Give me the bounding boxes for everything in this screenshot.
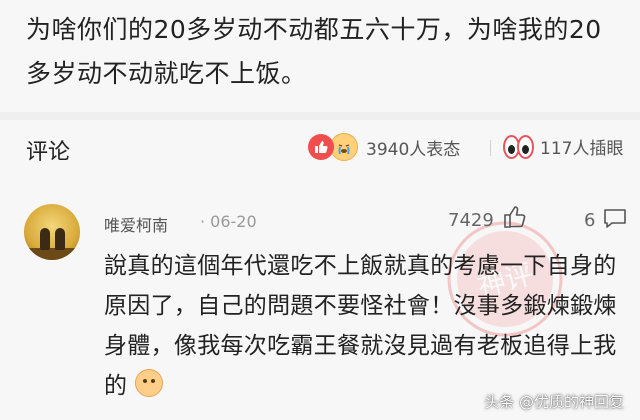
avatar[interactable] — [24, 204, 80, 260]
comment-date-value: 06-20 — [210, 212, 257, 231]
comment-reply-count: 6 — [584, 210, 596, 231]
post-body: 为啥你们的20多岁动不动都五六十万，为啥我的20 多岁动不动就吃不上饭。 — [0, 0, 640, 112]
eyes-icon[interactable] — [503, 135, 534, 159]
comments-header: 评论 3940人表态 117人插眼 — [0, 120, 640, 176]
reactions-count: 3940人表态 — [366, 139, 461, 160]
post-text-line-2: 多岁动不动就吃不上饭。 — [26, 59, 307, 88]
comment-text-body: 說真的這個年代還吃不上飯就真的考慮一下自身的原因了，自己的問題不要怪社會！沒事多… — [104, 253, 617, 399]
comment-item: 唯爱柯南 · 06-20 神评 7429 6 說真的這個年代還吃不上飯就真的考慮… — [0, 176, 640, 420]
insert-eye-count[interactable]: 117人插眼 — [540, 134, 623, 159]
reactions-button[interactable]: 3940人表态 — [308, 132, 460, 162]
comment-like-count: 7429 — [448, 210, 494, 231]
comment-date: · 06-20 — [200, 212, 257, 231]
post-text: 为啥你们的20多岁动不动都五六十万，为啥我的20 多岁动不动就吃不上饭。 — [26, 8, 626, 96]
comment-username[interactable]: 唯爱柯南 — [104, 212, 168, 236]
comment-text: 說真的這個年代還吃不上飯就真的考慮一下自身的原因了，自己的問題不要怪社會！沒事多… — [104, 246, 632, 406]
smirk-face-icon — [134, 369, 163, 397]
crying-face-icon — [330, 133, 358, 161]
section-divider — [0, 112, 640, 120]
comments-title: 评论 — [26, 140, 71, 165]
thumbs-up-icon — [308, 134, 334, 160]
post-text-line-1: 为啥你们的20多岁动不动都五六十万，为啥我的20 — [26, 15, 602, 44]
watermark: 头条 @优质的神回复 — [484, 393, 624, 411]
thumbs-up-icon[interactable] — [502, 204, 528, 230]
header-separator — [490, 140, 491, 156]
reply-icon[interactable] — [602, 206, 628, 230]
